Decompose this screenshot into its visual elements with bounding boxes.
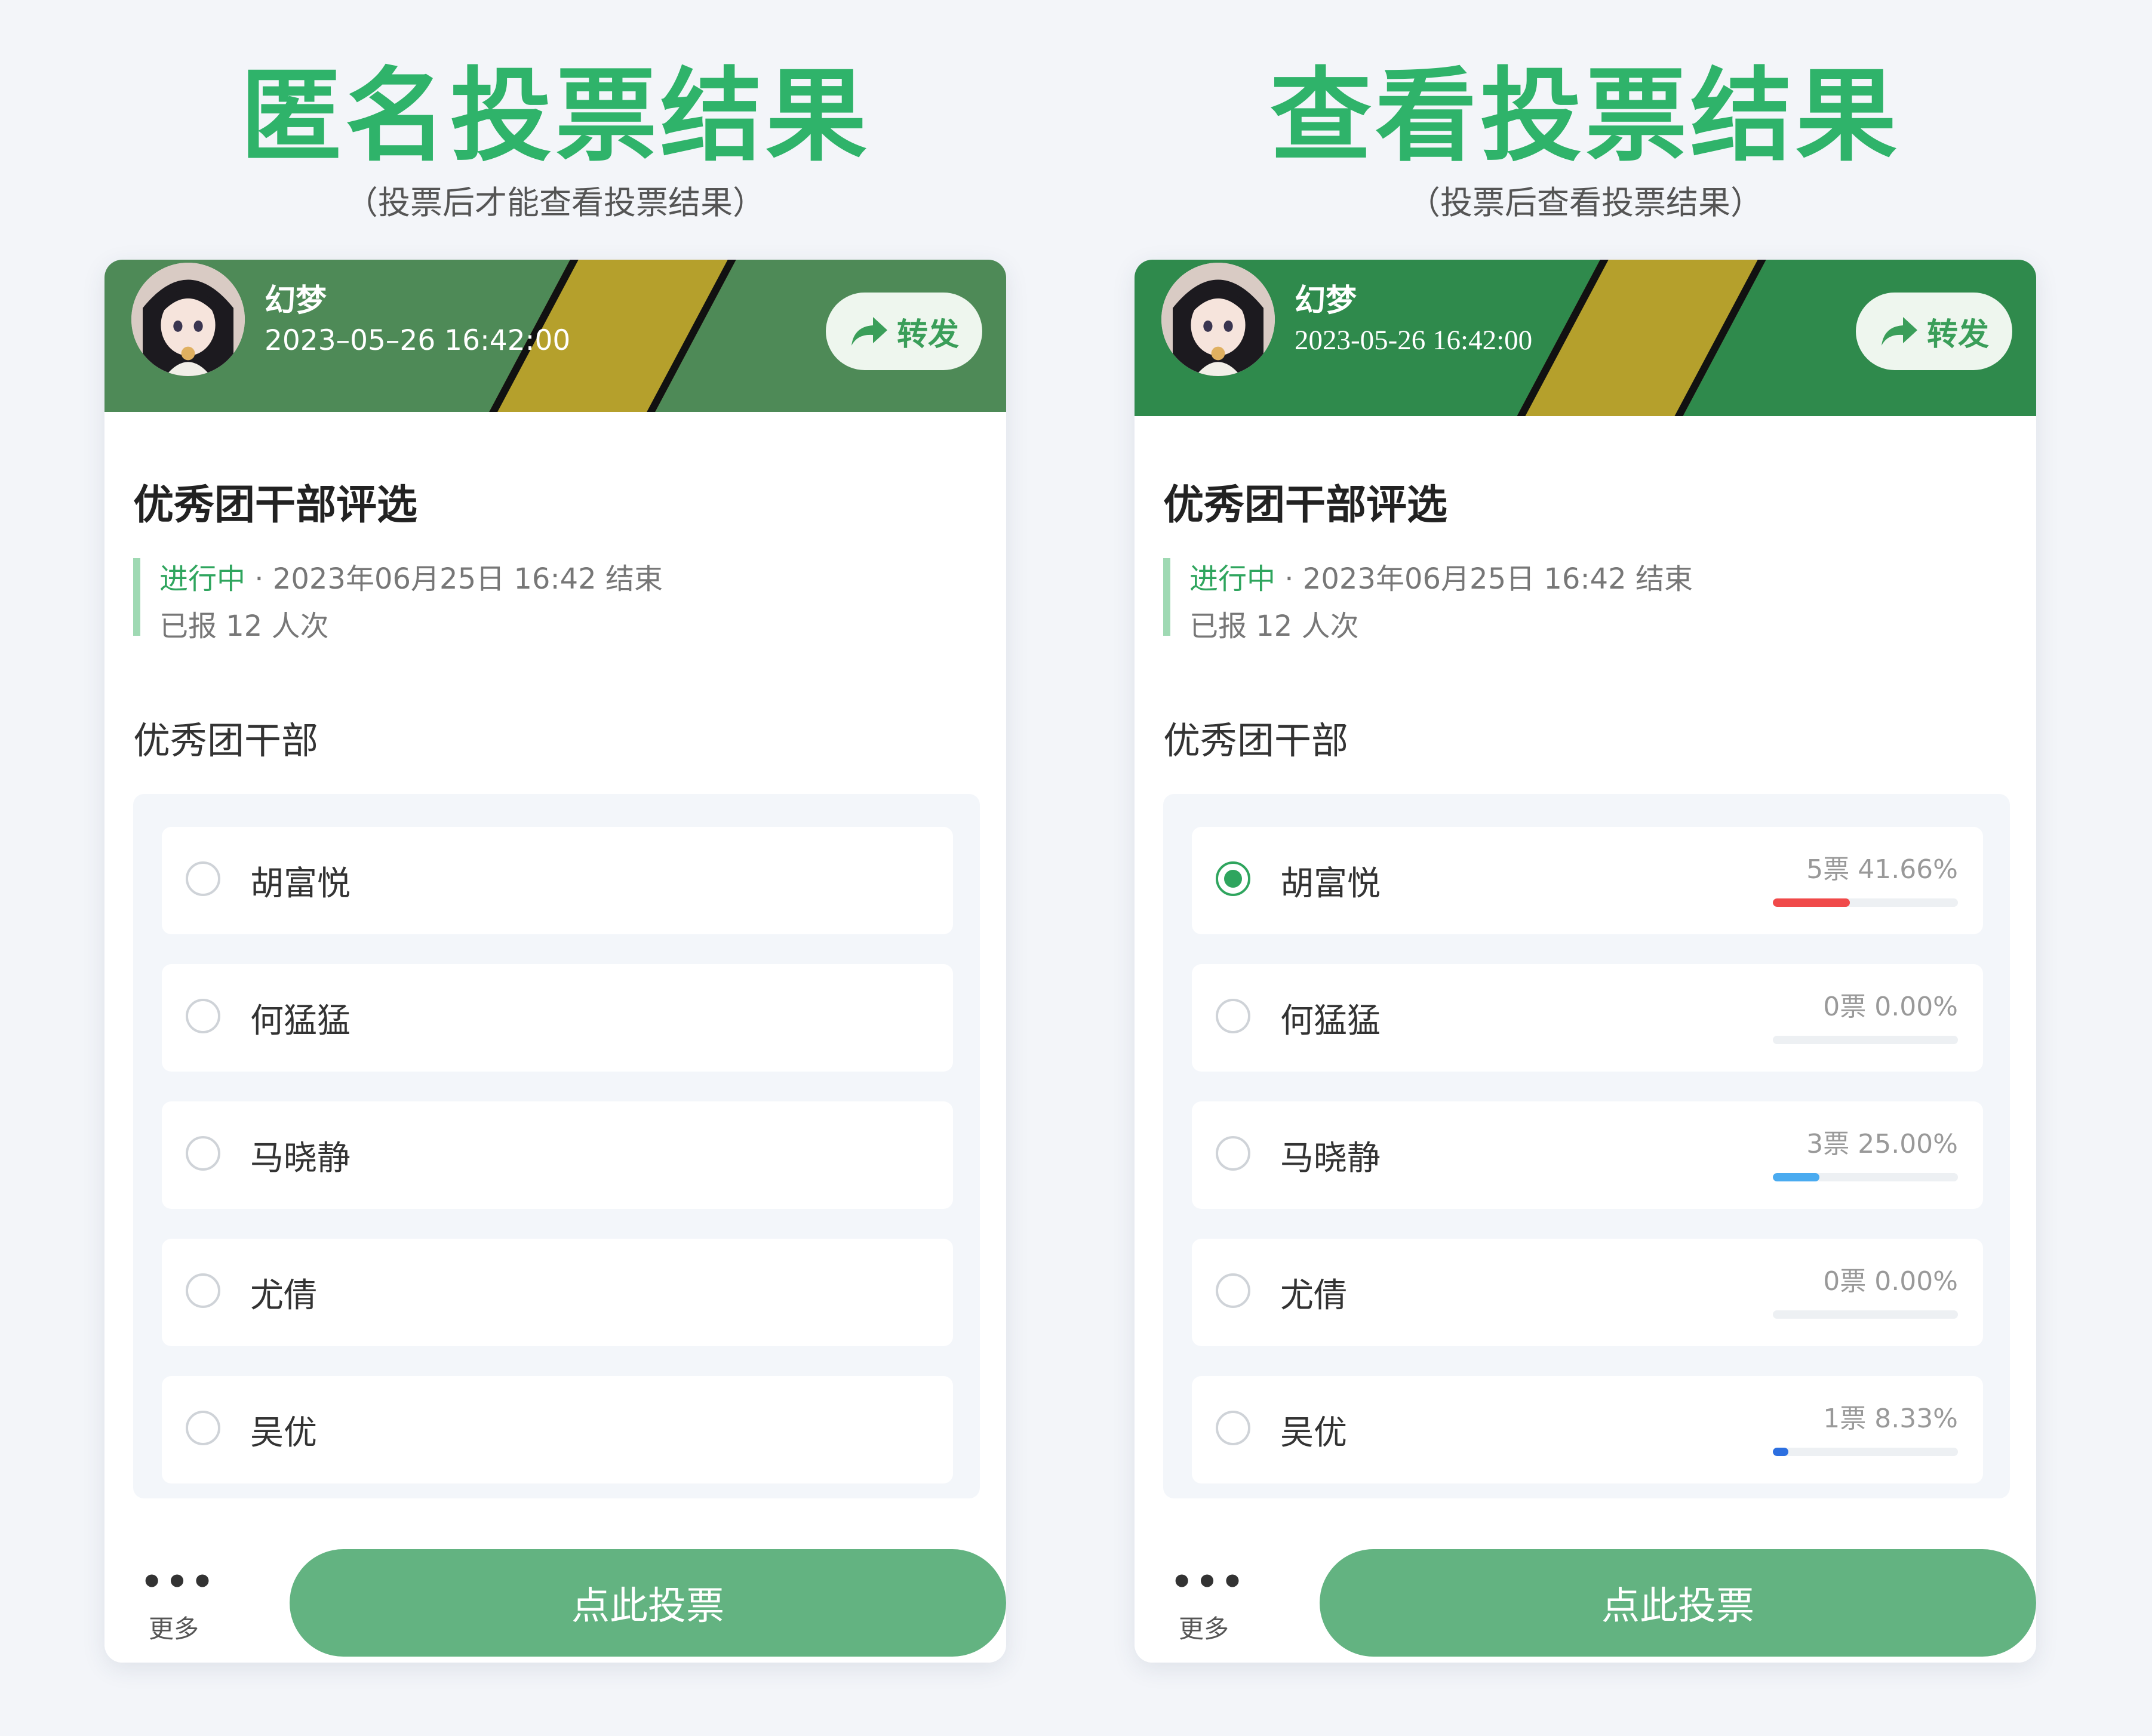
option-item[interactable]: 吴优 1票 8.33% [1192, 1376, 1983, 1483]
option-item[interactable]: 吴优 [162, 1376, 953, 1483]
options-list: 胡富悦 5票 41.66% 何猛猛 0票 0.00% 马晓静 3票 25.00%… [1163, 794, 2010, 1498]
radio-button[interactable] [186, 861, 220, 896]
status-badge: 进行中 [159, 562, 246, 596]
card-footer: ••• 更多 点此投票 [104, 1519, 1006, 1663]
card-footer: ••• 更多 点此投票 [1135, 1519, 2036, 1663]
more-label[interactable]: 更多 [149, 1609, 199, 1645]
option-label: 尤倩 [1280, 1276, 1347, 1315]
user-name: 幻梦 [1295, 283, 1357, 319]
vote-card: 幻梦 2023-05-26 16:42:00 转发 优秀团干部评选 进行中 · … [1135, 260, 2036, 1663]
vote-stat: 0票 0.00% [1823, 992, 1958, 1022]
share-label: 转发 [896, 316, 959, 353]
anonymous-results-panel: 匿名投票结果 （投票后才能查看投票结果） 幻梦 2023–05–26 16:42… [90, 0, 1021, 1736]
radio-button[interactable] [1216, 1136, 1250, 1171]
status-accent-bar [133, 558, 140, 636]
card-header: 幻梦 2023-05-26 16:42:00 转发 [1135, 260, 2036, 416]
option-label: 何猛猛 [1280, 1002, 1381, 1041]
question-title: 优秀团干部 [1163, 719, 1349, 762]
option-item[interactable]: 马晓静 3票 25.00% [1192, 1101, 1983, 1209]
option-label: 马晓静 [250, 1139, 351, 1178]
vote-stat: 3票 25.00% [1806, 1129, 1958, 1159]
status-accent-bar [1163, 558, 1170, 636]
participant-count: 已报 12 人次 [159, 610, 329, 643]
progress-fill [1773, 898, 1850, 907]
panel-heading: 匿名投票结果 [239, 57, 871, 176]
progress-fill [1773, 1173, 1819, 1181]
progress-bar [1773, 898, 1958, 907]
vote-stat: 5票 41.66% [1806, 854, 1958, 885]
vote-title: 优秀团干部评选 [1163, 482, 1448, 529]
status-badge: 进行中 [1189, 562, 1276, 596]
share-arrow-icon [1881, 317, 1917, 346]
option-label: 吴优 [250, 1414, 317, 1452]
vote-stat: 1票 8.33% [1823, 1403, 1958, 1434]
share-label: 转发 [1926, 316, 1989, 353]
progress-fill [1773, 1448, 1788, 1456]
question-title: 优秀团干部 [133, 719, 319, 762]
option-label: 马晓静 [1280, 1139, 1381, 1178]
progress-bar [1773, 1310, 1958, 1319]
radio-button[interactable] [1216, 999, 1250, 1033]
vote-card: 幻梦 2023–05–26 16:42:00 转发 优秀团干部评选 进行中 · … [104, 260, 1006, 1663]
share-button[interactable]: 转发 [1856, 293, 2012, 370]
progress-bar [1773, 1036, 1958, 1044]
card-header: 幻梦 2023–05–26 16:42:00 转发 [104, 260, 1006, 412]
option-label: 何猛猛 [250, 1002, 351, 1041]
progress-bar [1773, 1173, 1958, 1181]
status-line: 进行中 · 2023年06月25日 16:42 结束 [1189, 555, 1693, 597]
status-separator: · [245, 562, 273, 596]
status-separator: · [1275, 562, 1303, 596]
options-list: 胡富悦 何猛猛 马晓静 尤倩 吴优 [133, 794, 980, 1498]
participant-count: 已报 12 人次 [1189, 610, 1359, 643]
option-item[interactable]: 胡富悦 5票 41.66% [1192, 827, 1983, 934]
end-time: 2023年06月25日 16:42 结束 [1302, 562, 1693, 596]
end-time: 2023年06月25日 16:42 结束 [272, 562, 663, 596]
avatar[interactable] [1161, 263, 1275, 376]
vote-button[interactable]: 点此投票 [290, 1549, 1006, 1657]
radio-button[interactable] [186, 999, 220, 1033]
option-label: 尤倩 [250, 1276, 317, 1315]
share-button[interactable]: 转发 [826, 293, 982, 370]
progress-bar [1773, 1448, 1958, 1456]
vote-button[interactable]: 点此投票 [1320, 1549, 2036, 1657]
panel-heading: 查看投票结果 [1269, 57, 1901, 176]
visible-results-panel: 查看投票结果 （投票后查看投票结果） 幻梦 2023-05-26 16:42:0… [1120, 0, 2051, 1736]
panel-subheading: （投票后查看投票结果） [1408, 184, 1763, 221]
option-item[interactable]: 尤倩 0票 0.00% [1192, 1239, 1983, 1346]
radio-button[interactable] [186, 1136, 220, 1171]
radio-button[interactable] [186, 1411, 220, 1445]
option-item[interactable]: 何猛猛 0票 0.00% [1192, 964, 1983, 1072]
more-icon[interactable]: ••• [1170, 1561, 1246, 1603]
vote-button-label: 点此投票 [571, 1584, 724, 1629]
vote-stat: 0票 0.00% [1823, 1266, 1958, 1297]
option-label: 胡富悦 [1280, 864, 1381, 903]
radio-button[interactable] [1216, 1411, 1250, 1445]
option-item[interactable]: 尤倩 [162, 1239, 953, 1346]
user-name: 幻梦 [265, 283, 327, 319]
avatar[interactable] [131, 263, 245, 376]
radio-button-selected[interactable] [1216, 861, 1250, 896]
post-datetime: 2023-05-26 16:42:00 [1295, 325, 1533, 356]
post-datetime: 2023–05–26 16:42:00 [265, 324, 571, 357]
panel-subheading: （投票后才能查看投票结果） [346, 184, 765, 221]
more-icon[interactable]: ••• [140, 1561, 216, 1603]
option-item[interactable]: 胡富悦 [162, 827, 953, 934]
vote-title: 优秀团干部评选 [133, 482, 418, 529]
more-label[interactable]: 更多 [1179, 1609, 1229, 1645]
option-item[interactable]: 马晓静 [162, 1101, 953, 1209]
option-label: 胡富悦 [250, 864, 351, 903]
share-arrow-icon [851, 317, 887, 346]
option-label: 吴优 [1280, 1414, 1347, 1452]
status-line: 进行中 · 2023年06月25日 16:42 结束 [159, 555, 663, 597]
radio-button[interactable] [186, 1273, 220, 1308]
vote-button-label: 点此投票 [1601, 1584, 1754, 1629]
option-item[interactable]: 何猛猛 [162, 964, 953, 1072]
radio-button[interactable] [1216, 1273, 1250, 1308]
